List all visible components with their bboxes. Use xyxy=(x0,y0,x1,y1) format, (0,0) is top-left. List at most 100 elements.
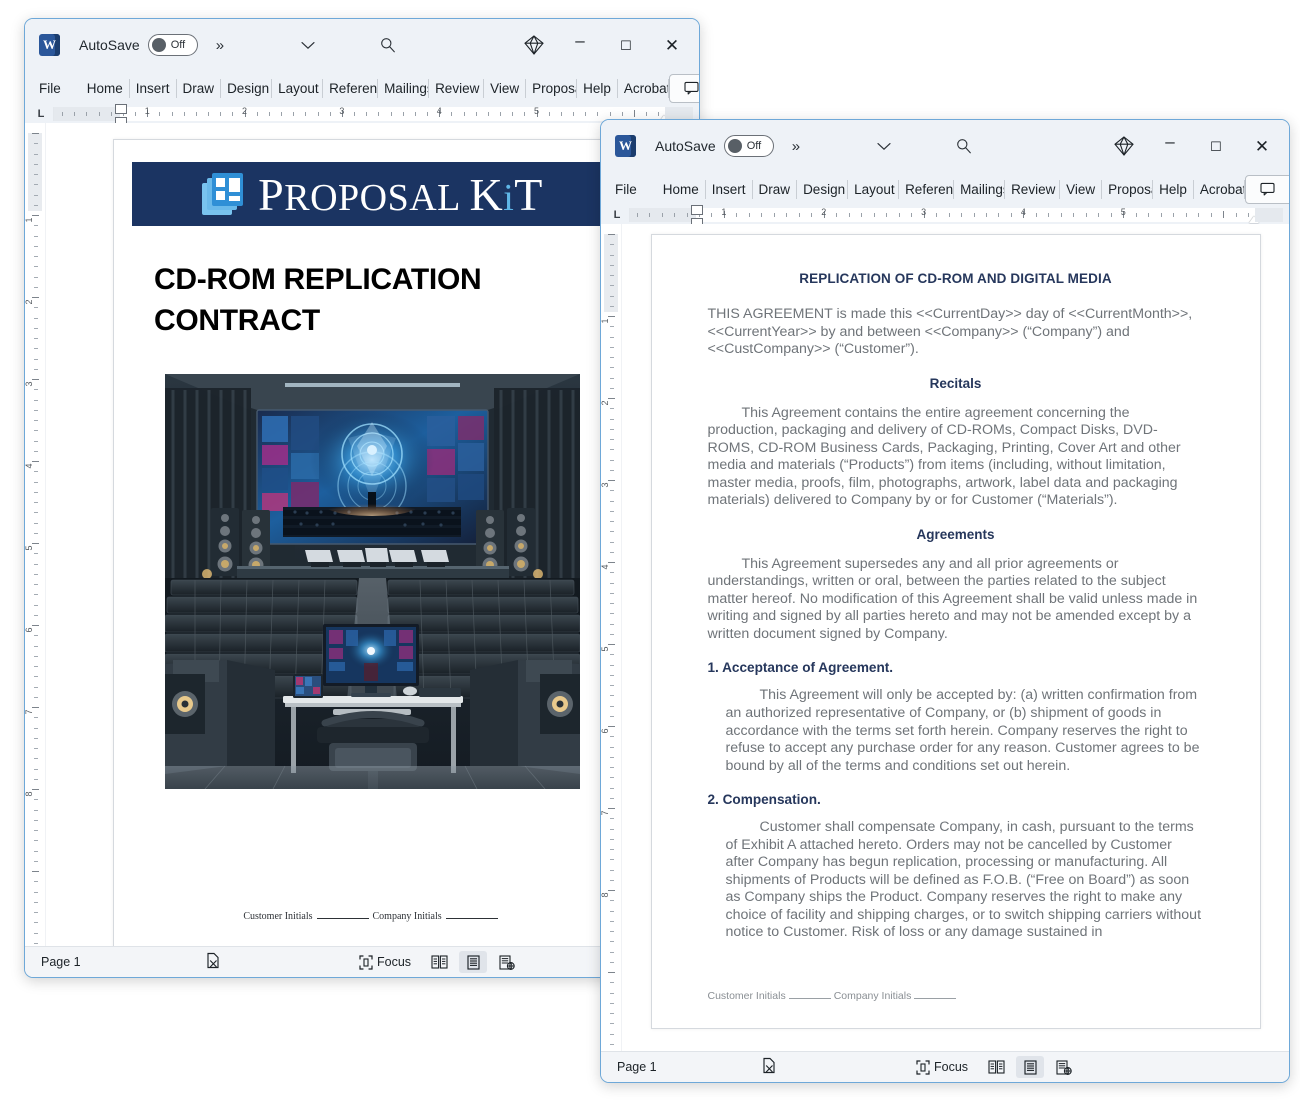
tab-draw[interactable]: Draw xyxy=(753,179,798,199)
chevron-down-icon[interactable] xyxy=(301,37,315,53)
ribbon-right-group-back: Editing › xyxy=(668,73,699,104)
focus-mode-button[interactable]: Focus xyxy=(359,954,412,970)
footer-customer-initials-line xyxy=(316,918,369,919)
tab-layout[interactable]: Layout xyxy=(848,179,900,199)
web-layout-icon[interactable] xyxy=(493,951,521,973)
tab-view[interactable]: View xyxy=(1060,179,1103,199)
chevron-down-icon[interactable] xyxy=(877,138,891,154)
tab-file[interactable]: File xyxy=(611,180,645,199)
autosave-toggle[interactable]: Off xyxy=(723,135,774,157)
first-line-indent-marker[interactable] xyxy=(691,205,703,215)
ruler-number: 4 xyxy=(1020,207,1026,217)
horizontal-ruler-back[interactable]: L 1 2 3 4 5 xyxy=(25,104,699,127)
desktop-canvas: W AutoSave Off » – ☐ ✕ File Home Insert … xyxy=(0,0,1300,1100)
read-mode-icon[interactable] xyxy=(982,1056,1010,1078)
quick-access-more-button[interactable]: » xyxy=(216,37,224,54)
brand-letter-p: P xyxy=(258,168,285,220)
maximize-icon: ☐ xyxy=(1210,138,1222,154)
maximize-button[interactable]: ☐ xyxy=(1193,120,1239,172)
search-icon[interactable] xyxy=(373,32,403,58)
titlebar-front: W AutoSave Off » – ☐ ✕ xyxy=(601,120,1289,172)
copilot-diamond-icon[interactable] xyxy=(1101,120,1147,172)
tab-home[interactable]: Home xyxy=(81,78,130,98)
maximize-button[interactable]: ☐ xyxy=(603,19,649,71)
tab-proposal-kit[interactable]: Proposal Kit xyxy=(526,78,578,98)
contract-intro-paragraph: THIS AGREEMENT is made this <<CurrentDay… xyxy=(707,306,1193,358)
vertical-ruler-number: 2 xyxy=(601,400,610,406)
vertical-ruler-number: 7 xyxy=(601,810,610,816)
right-indent-marker[interactable] xyxy=(1249,216,1259,223)
tab-acrobat[interactable]: Acrobat xyxy=(618,78,669,98)
focus-mode-button[interactable]: Focus xyxy=(916,1059,968,1075)
tab-help[interactable]: Help xyxy=(1153,179,1194,199)
tab-draw[interactable]: Draw xyxy=(177,78,222,98)
tab-mailings[interactable]: Mailings xyxy=(954,179,1006,199)
word-window-contract-document[interactable]: W AutoSave Off » – ☐ ✕ File Home Insert … xyxy=(600,119,1290,1083)
view-mode-buttons-front xyxy=(982,1056,1078,1078)
word-window-cover-document[interactable]: W AutoSave Off » – ☐ ✕ File Home Insert … xyxy=(24,18,700,978)
clause-2-paragraph: Customer shall compensate Company, in ca… xyxy=(725,819,1202,941)
tab-file[interactable]: File xyxy=(35,79,69,98)
tab-references[interactable]: References xyxy=(899,179,955,199)
web-layout-icon[interactable] xyxy=(1050,1056,1078,1078)
tab-design[interactable]: Design xyxy=(797,179,849,199)
tab-review[interactable]: Review xyxy=(1005,179,1061,199)
proofing-errors-icon[interactable] xyxy=(761,1057,777,1077)
tab-stop-selector[interactable]: L xyxy=(609,209,625,221)
copilot-diamond-icon[interactable] xyxy=(511,19,557,71)
tab-design[interactable]: Design xyxy=(221,78,273,98)
ruler-strip-front[interactable]: 1 2 3 4 5 xyxy=(629,205,1283,228)
proofing-errors-icon[interactable] xyxy=(205,952,221,972)
tab-references[interactable]: References xyxy=(323,78,379,98)
comments-button[interactable] xyxy=(1244,174,1289,204)
tab-mailings[interactable]: Mailings xyxy=(378,78,430,98)
minimize-button[interactable]: – xyxy=(1147,120,1193,172)
print-layout-icon[interactable] xyxy=(1016,1056,1044,1078)
titlebar-window-controls-back: – ☐ ✕ xyxy=(511,19,695,71)
footer-company-initials-line xyxy=(914,998,957,999)
page-indicator[interactable]: Page 1 xyxy=(41,955,81,969)
editor-body-front: 1 2 3 4 5 6 7 8 REPLICATION OF CD-ROM AND DIGIT… xyxy=(601,224,1289,1051)
document-page-cover[interactable]: PROPOSAL KiT CD-ROM REPLICATION CONTRACT xyxy=(113,139,632,946)
tab-stop-selector[interactable]: L xyxy=(33,108,49,120)
document-page-contract[interactable]: REPLICATION OF CD-ROM AND DIGITAL MEDIA … xyxy=(650,234,1261,1029)
vertical-ruler-back[interactable]: 1 2 3 4 5 6 7 8 xyxy=(25,123,46,946)
print-layout-icon[interactable] xyxy=(459,951,487,973)
autosave-state: Off xyxy=(746,140,762,152)
footer-company-initials-label: Company Initials xyxy=(833,990,912,1002)
first-line-indent-marker[interactable] xyxy=(115,104,127,114)
vertical-ruler-front[interactable]: 1 2 3 4 5 6 7 8 xyxy=(601,224,622,1051)
vertical-ruler-number: 8 xyxy=(25,791,34,797)
comments-button[interactable] xyxy=(668,73,699,103)
vertical-ruler-number: 8 xyxy=(601,892,610,898)
document-canvas-front[interactable]: REPLICATION OF CD-ROM AND DIGITAL MEDIA … xyxy=(622,224,1289,1051)
horizontal-ruler-front[interactable]: L 1 2 3 4 5 xyxy=(601,205,1289,228)
read-mode-icon[interactable] xyxy=(425,951,453,973)
close-button[interactable]: ✕ xyxy=(649,19,695,71)
tab-help[interactable]: Help xyxy=(577,78,618,98)
page-indicator[interactable]: Page 1 xyxy=(617,1060,657,1074)
vertical-ruler-number: 1 xyxy=(25,217,34,223)
tab-insert[interactable]: Insert xyxy=(130,78,177,98)
close-button[interactable]: ✕ xyxy=(1239,120,1285,172)
focus-label: Focus xyxy=(377,955,412,969)
minimize-button[interactable]: – xyxy=(557,19,603,71)
search-icon[interactable] xyxy=(949,133,979,159)
autosave-toggle[interactable]: Off xyxy=(147,34,198,56)
tab-acrobat[interactable]: Acrobat xyxy=(1194,179,1245,199)
tab-view[interactable]: View xyxy=(484,78,527,98)
tab-layout[interactable]: Layout xyxy=(272,78,324,98)
brand-letter-t: T xyxy=(514,168,543,220)
titlebar-back: W AutoSave Off » – ☐ ✕ xyxy=(25,19,699,71)
cover-image-container[interactable] xyxy=(114,373,631,789)
tab-proposal-kit[interactable]: Proposal Kit xyxy=(1102,179,1154,199)
footer-company-initials-label: Company Initials xyxy=(372,911,442,922)
view-mode-buttons-back xyxy=(425,951,521,973)
tab-home[interactable]: Home xyxy=(657,179,706,199)
quick-access-more-button[interactable]: » xyxy=(792,138,800,155)
ruler-strip-back[interactable]: 1 2 3 4 5 xyxy=(53,104,693,127)
proposal-kit-logo-icon xyxy=(202,173,246,215)
tab-review[interactable]: Review xyxy=(429,78,485,98)
footer-company-initials-line xyxy=(445,918,498,919)
tab-insert[interactable]: Insert xyxy=(706,179,753,199)
